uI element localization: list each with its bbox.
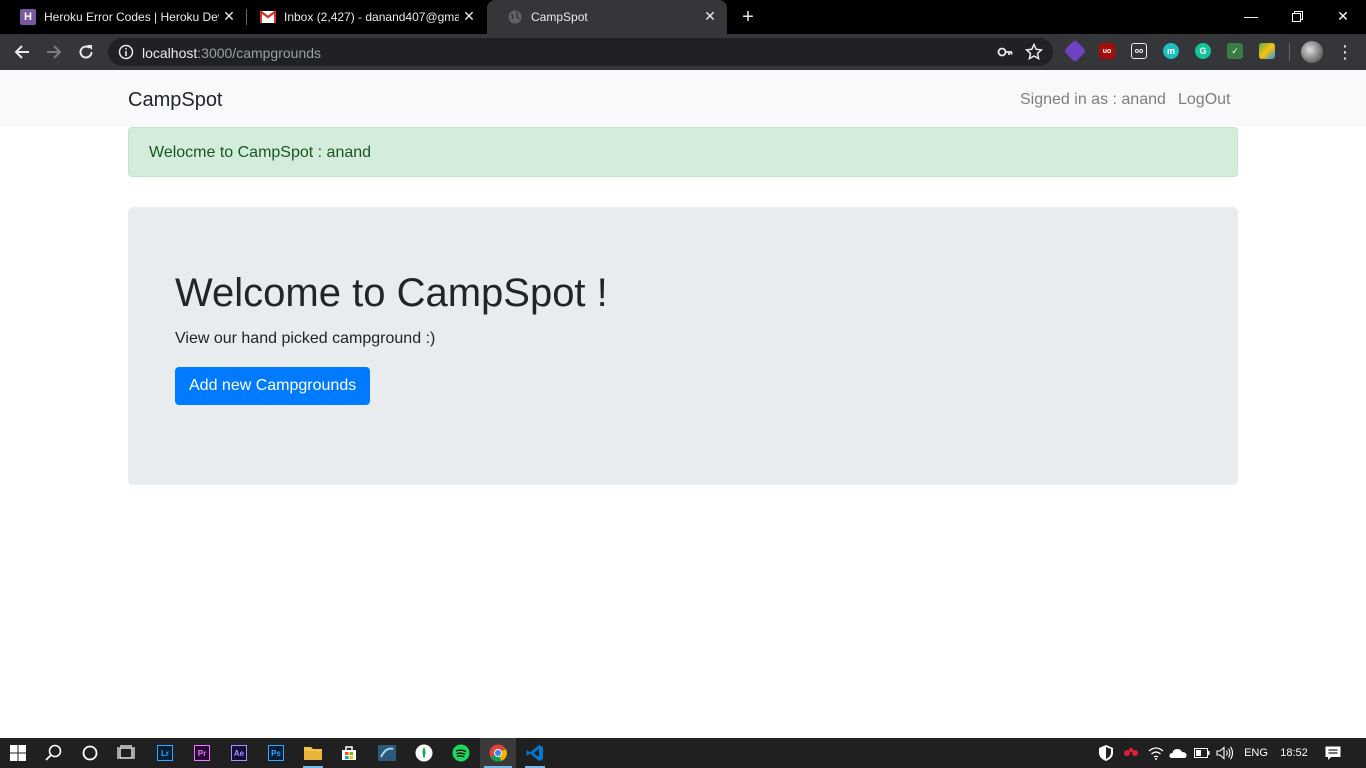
premiere-icon[interactable]: Pr — [184, 738, 220, 768]
jumbotron: Welcome to CampSpot ! View our hand pick… — [128, 207, 1238, 485]
success-alert: Welocme to CampSpot : anand — [128, 127, 1238, 177]
profile-avatar[interactable] — [1301, 41, 1323, 63]
reload-icon[interactable] — [74, 40, 98, 64]
windows-start-icon[interactable] — [0, 738, 36, 768]
tab-title: CampSpot — [531, 10, 588, 24]
notification-icon[interactable] — [1320, 738, 1346, 768]
url-text: localhost:3000/campgrounds — [142, 45, 321, 61]
logout-link[interactable]: LogOut — [1178, 91, 1230, 109]
back-icon[interactable] — [10, 40, 34, 64]
search-icon[interactable] — [36, 738, 72, 768]
after-effects-label: Ae — [231, 745, 247, 761]
tab-title: Heroku Error Codes | Heroku Dev — [44, 10, 219, 24]
signed-in-text: Signed in as : anand — [1020, 91, 1166, 108]
toolbar-divider — [1289, 43, 1290, 61]
lightroom-icon[interactable]: Lr — [147, 738, 183, 768]
new-tab-icon[interactable]: + — [737, 6, 759, 28]
minimize-icon[interactable]: — — [1228, 0, 1274, 32]
alert-message: Welocme to CampSpot : anand — [149, 144, 372, 161]
task-view-icon[interactable] — [108, 738, 144, 768]
chrome-icon[interactable] — [480, 738, 516, 768]
volume-icon[interactable] — [1214, 738, 1236, 768]
app-tray-icon[interactable] — [1120, 738, 1142, 768]
cortana-icon[interactable] — [72, 738, 108, 768]
vscode-icon[interactable] — [517, 738, 553, 768]
close-icon[interactable]: ✕ — [703, 9, 717, 23]
close-icon[interactable]: ✕ — [462, 9, 476, 23]
windows-taskbar: Lr Pr Ae Ps ENG 18:52 — [0, 738, 1366, 768]
mysql-workbench-icon[interactable] — [369, 738, 405, 768]
extension-icon[interactable] — [1259, 43, 1275, 59]
battery-icon[interactable] — [1192, 738, 1212, 768]
extension-icon[interactable]: m — [1163, 43, 1179, 59]
premiere-label: Pr — [194, 745, 210, 761]
browser-tab-strip: H Heroku Error Codes | Heroku Dev ✕ Inbo… — [0, 0, 1366, 34]
clock[interactable]: 18:52 — [1276, 738, 1312, 768]
gmail-icon — [260, 9, 276, 25]
file-explorer-icon[interactable] — [295, 738, 331, 768]
add-campground-button[interactable]: Add new Campgrounds — [175, 367, 371, 405]
restore-icon[interactable] — [1274, 0, 1320, 32]
url-path: :3000/campgrounds — [197, 45, 322, 61]
mongodb-icon[interactable] — [406, 738, 442, 768]
tab-campspot[interactable]: CampSpot ✕ — [487, 0, 727, 34]
ublock-icon[interactable]: uo — [1099, 43, 1115, 59]
browser-toolbar: localhost:3000/campgrounds — [0, 34, 1366, 70]
wifi-icon[interactable] — [1146, 738, 1166, 768]
tab-heroku[interactable]: H Heroku Error Codes | Heroku Dev ✕ — [0, 0, 246, 34]
defender-icon[interactable] — [1096, 738, 1116, 768]
web-page: CampSpot Signed in as : anand LogOut Wel… — [0, 70, 1366, 738]
close-icon[interactable]: ✕ — [222, 9, 236, 23]
photoshop-icon[interactable]: Ps — [258, 738, 294, 768]
mail-extension-icon[interactable]: ✓ — [1227, 43, 1243, 59]
info-icon[interactable] — [118, 44, 134, 60]
tab-gmail[interactable]: Inbox (2,427) - danand407@gma ✕ — [240, 0, 486, 34]
lead-text: View our hand picked campground :) — [175, 330, 436, 347]
address-bar[interactable]: localhost:3000/campgrounds — [108, 38, 1053, 66]
url-host: localhost — [142, 45, 198, 61]
heroku-icon: H — [20, 9, 36, 25]
store-icon[interactable] — [331, 738, 367, 768]
site-navbar: CampSpot Signed in as : anand LogOut — [0, 70, 1366, 127]
grammarly-icon[interactable]: G — [1195, 43, 1211, 59]
after-effects-icon[interactable]: Ae — [221, 738, 257, 768]
language-indicator[interactable]: ENG — [1240, 738, 1272, 768]
photoshop-label: Ps — [268, 745, 284, 761]
page-title: Welcome to CampSpot ! — [175, 271, 608, 315]
brand-link[interactable]: CampSpot — [128, 89, 223, 112]
lightroom-label: Lr — [157, 745, 173, 761]
close-window-icon[interactable]: ✕ — [1320, 0, 1366, 32]
tab-title: Inbox (2,427) - danand407@gma — [284, 10, 459, 24]
globe-icon — [507, 9, 523, 25]
spotify-icon[interactable] — [443, 738, 479, 768]
extension-icon[interactable]: oo — [1131, 43, 1147, 59]
onedrive-icon[interactable] — [1168, 738, 1188, 768]
menu-icon[interactable]: ⋮ — [1336, 42, 1354, 62]
bookmark-star-icon[interactable] — [1024, 42, 1044, 61]
key-icon[interactable] — [997, 44, 1013, 60]
forward-icon[interactable] — [42, 40, 66, 64]
